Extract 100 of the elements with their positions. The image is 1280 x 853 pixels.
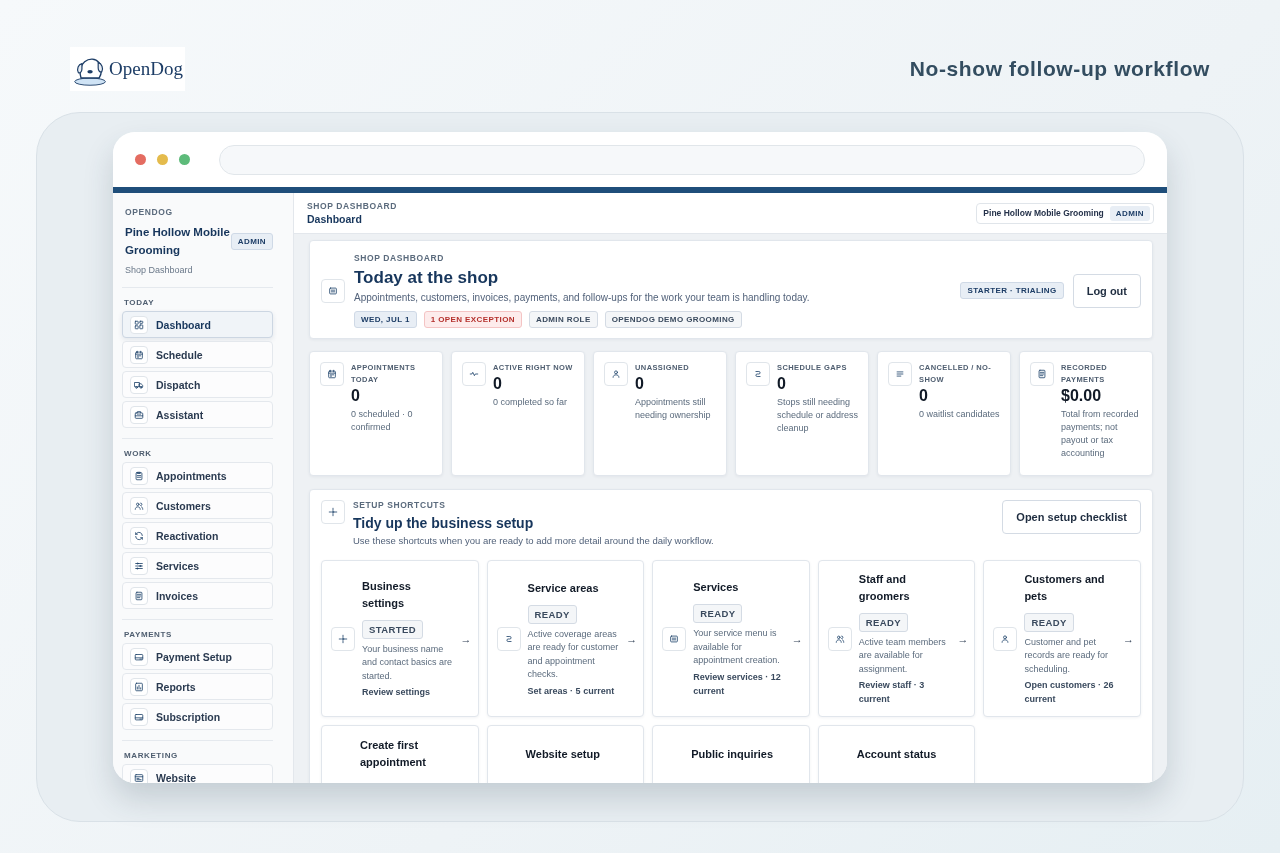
account-chip[interactable]: Pine Hollow Mobile Grooming ADMIN — [976, 202, 1154, 224]
status-badge: READY — [858, 612, 909, 632]
role-badge: ADMIN — [230, 232, 273, 250]
people-icon — [834, 633, 845, 644]
arrow-icon: → — [957, 632, 969, 645]
page-heading: Dashboard — [307, 213, 363, 225]
people-icon — [134, 500, 144, 511]
status-badge: STARTED — [362, 619, 423, 639]
setup-checklist-button[interactable]: Open setup checklist — [1002, 500, 1141, 534]
address-bar[interactable] — [219, 144, 1145, 175]
stat-note: 0 completed so far — [493, 396, 569, 409]
status-tag: WED, JUL 1 — [354, 311, 417, 328]
status-badge: READY — [527, 604, 577, 624]
nav-item[interactable]: Appointments — [122, 462, 273, 489]
status-tag: ADMIN ROLE — [528, 311, 598, 328]
shortcut-title: Business settings — [362, 578, 412, 611]
logout-button[interactable]: Log out — [1072, 273, 1141, 308]
shortcut-title: Customers and pets — [1024, 571, 1106, 604]
role-badge: ADMIN — [1109, 205, 1150, 221]
shortcut-description: Customer and pet records are ready for scheduling. — [1024, 635, 1109, 676]
shortcut-card[interactable]: Public inquiries — [652, 725, 810, 783]
person-icon — [611, 369, 621, 379]
chart-icon — [134, 681, 144, 692]
shortcut-description: Active team members are available for assignment. — [858, 635, 947, 676]
card-icon — [134, 711, 144, 722]
nav-item[interactable]: Dispatch — [122, 371, 273, 398]
hero-title: Today at the shop — [354, 268, 500, 288]
brand-label: OPENDOG — [124, 207, 174, 217]
shortcut-card[interactable]: Website setup — [486, 725, 645, 783]
setup-description: Use these shortcuts when you are ready to add more detail around the daily workflow. — [353, 535, 715, 546]
shortcut-title: Create first appointment — [360, 738, 427, 770]
shortcut-card[interactable]: Business settings STARTED Your business name and contact basics are started. Review settings → — [321, 560, 479, 717]
dashboard-icon — [134, 319, 144, 330]
nav-item[interactable]: Payment Setup — [122, 643, 273, 670]
business-name: Pine Hollow Mobile Grooming — [125, 225, 231, 258]
truck-icon — [134, 379, 144, 390]
shortcut-description: Active coverage areas are ready for customer and appointment checks. — [527, 627, 620, 681]
status-tag: 1 OPEN EXCEPTION — [423, 311, 522, 328]
section-label: TODAY — [124, 298, 156, 307]
section-label: MARKETING — [124, 751, 179, 760]
status-badge: READY — [1024, 612, 1074, 632]
close-dot-icon — [135, 154, 146, 165]
person-icon — [1000, 633, 1011, 644]
card-icon — [134, 651, 144, 662]
menu-card-icon — [328, 285, 338, 296]
shortcut-title: Website setup — [525, 746, 601, 762]
shortcut-title: Account status — [856, 746, 938, 762]
nav-item[interactable]: Reports — [122, 673, 273, 700]
document-icon — [1037, 369, 1047, 379]
shortcut-card[interactable]: Create first appointment — [321, 725, 479, 783]
shortcut-card[interactable]: Staff and groomers READY Active team members are available for assignment. Review staff · 3 current → — [817, 560, 976, 717]
crosshair-icon — [328, 507, 338, 517]
stat-value: 0 — [919, 387, 929, 405]
nav-item[interactable]: Customers — [122, 492, 273, 519]
page-title: No-show follow-up workflow — [909, 57, 1210, 81]
shortcut-title: Public inquiries — [691, 746, 775, 762]
calendar-icon — [327, 369, 337, 379]
shortcut-title: Service areas — [527, 580, 600, 596]
shortcut-card[interactable]: Customers and pets READY Customer and pet records are ready for scheduling. Open customers · 26 current → — [983, 560, 1141, 717]
route-icon — [753, 369, 763, 379]
shortcut-description: Your business name and contact basics are started. — [362, 642, 454, 683]
crosshair-icon — [338, 633, 348, 644]
browser-icon — [134, 772, 144, 783]
arrow-icon: → — [1123, 632, 1134, 645]
nav-item[interactable]: Assistant — [122, 401, 273, 428]
stat-value: 0 — [777, 375, 787, 393]
nav-item[interactable]: Subscription — [122, 703, 273, 730]
maximize-dot-icon — [179, 154, 190, 165]
shortcut-title: Services — [693, 580, 740, 596]
setup-eyebrow: SETUP SHORTCUTS — [353, 500, 447, 510]
stat-value: $0.00 — [1061, 387, 1103, 405]
minimize-dot-icon — [157, 154, 168, 165]
section-label: PAYMENTS — [124, 630, 173, 639]
menu-card-icon — [669, 633, 680, 644]
shortcut-link[interactable]: Set areas · 5 current — [527, 683, 620, 698]
shortcut-card[interactable]: Services READY Your service menu is available for appointment creation. Review services · 12 current → — [652, 560, 810, 717]
calendar-icon — [134, 349, 144, 360]
nav-item[interactable]: Website — [122, 764, 273, 783]
clipboard-icon — [134, 470, 144, 481]
hero-eyebrow: SHOP DASHBOARD — [354, 253, 445, 263]
shortcut-card[interactable]: Account status — [817, 725, 976, 783]
stat-note: 0 scheduled · 0 confirmed — [351, 408, 414, 434]
arrow-icon: → — [626, 632, 638, 645]
nav-item[interactable]: Reactivation — [122, 522, 273, 549]
shortcut-link[interactable]: Review settings — [362, 685, 454, 700]
shortcut-link[interactable]: Review services · 12 current — [693, 669, 785, 698]
stat-note: Appointments still needing ownership — [635, 396, 712, 422]
route-icon — [503, 633, 514, 644]
nav-item[interactable]: Dashboard — [122, 311, 273, 338]
shortcut-link[interactable]: Review staff · 3 current — [858, 678, 951, 707]
stat-note: 0 waitlist candidates — [919, 408, 1001, 421]
nav-item[interactable]: Services — [122, 552, 273, 579]
stat-value: 0 — [493, 375, 503, 393]
nav-item[interactable]: Invoices — [122, 582, 273, 609]
nav-item[interactable]: Schedule — [122, 341, 273, 368]
refresh-icon — [134, 530, 144, 541]
arrow-icon: → — [460, 632, 472, 645]
hero-description: Appointments, customers, invoices, payments, and follow-ups for the work your team is handling today. — [354, 292, 811, 303]
shortcut-link[interactable]: Open customers · 26 current — [1024, 678, 1116, 707]
setup-title: Tidy up the business setup — [353, 515, 535, 531]
